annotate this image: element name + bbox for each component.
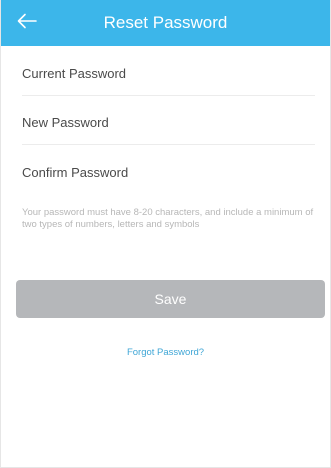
reset-password-screen: Reset Password Your password must have 8…	[0, 0, 331, 468]
current-password-field[interactable]	[22, 48, 315, 96]
forgot-password-link[interactable]: Forgot Password?	[1, 347, 330, 358]
current-password-input[interactable]	[22, 48, 315, 95]
page-title: Reset Password	[103, 13, 228, 32]
confirm-password-field[interactable]	[22, 146, 315, 194]
confirm-password-input[interactable]	[22, 146, 315, 194]
new-password-field[interactable]	[22, 97, 315, 145]
app-bar: Reset Password	[1, 0, 330, 46]
new-password-input[interactable]	[22, 97, 315, 144]
save-button[interactable]: Save	[16, 280, 325, 318]
password-hint: Your password must have 8-20 characters,…	[22, 207, 314, 230]
